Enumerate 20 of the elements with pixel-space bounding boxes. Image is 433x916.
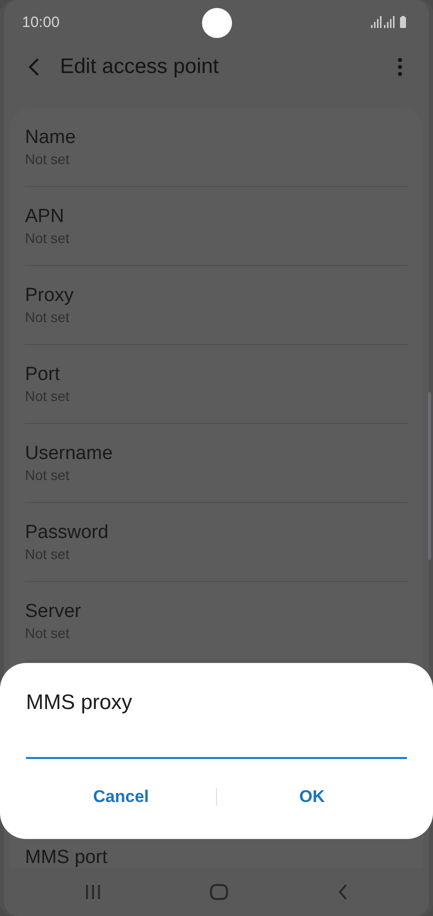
status-time: 10:00 [22,14,60,30]
home-icon[interactable] [210,884,228,900]
setting-label: Password [25,522,110,544]
dialog-button[interactable]: Cancel [26,779,216,815]
setting-label: Name [25,127,77,149]
camera-hole [202,8,232,38]
setting-label: MMS port [25,848,108,868]
setting-label: Port [25,364,61,386]
back-icon[interactable] [28,57,40,77]
back-icon[interactable] [338,884,348,900]
screen-title: Edit access point [60,55,219,79]
dialog-title: MMS proxy [26,691,134,715]
recents-icon[interactable] [84,885,101,899]
setting-label: Server [25,601,82,623]
setting-label: Username [25,443,114,465]
setting-label: APN [25,206,66,228]
setting-label: Proxy [25,285,75,307]
more-options-icon[interactable] [397,57,403,77]
dialog-button[interactable]: OK [217,779,407,815]
status-icons [371,16,407,28]
